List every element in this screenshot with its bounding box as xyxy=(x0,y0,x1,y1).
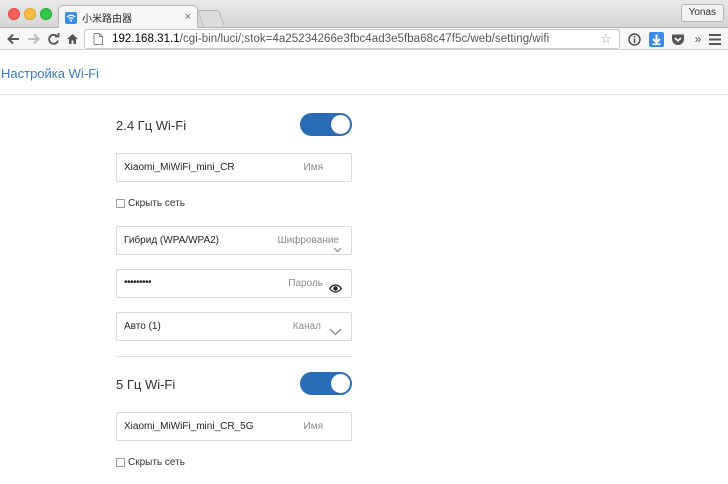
eye-icon[interactable] xyxy=(328,280,343,298)
toggle-knob xyxy=(331,374,350,393)
password-hint: Пароль xyxy=(288,278,323,289)
page-title: Настройка Wi-Fi xyxy=(1,66,99,81)
wifi-24-ssid-input[interactable]: Xiaomi_MiWiFi_mini_CR Имя xyxy=(116,153,352,182)
wifi-24-channel-select[interactable]: Авто (1) Канал xyxy=(116,312,352,341)
encryption-hint: Шифрование xyxy=(277,235,339,246)
wifi-5-ssid-input[interactable]: Xiaomi_MiWiFi_mini_CR_5G Имя xyxy=(116,412,352,441)
new-tab-button[interactable] xyxy=(197,10,225,26)
wifi-24-hide-row[interactable]: Скрыть сеть xyxy=(116,198,185,209)
wifi-5-hide-row[interactable]: Скрыть сеть xyxy=(116,457,185,468)
back-arrow-icon[interactable] xyxy=(5,31,21,47)
profile-button[interactable]: Yonas xyxy=(680,4,724,22)
browser-tab[interactable]: 小米路由器 × xyxy=(58,5,198,29)
section-divider xyxy=(116,356,352,357)
wifi-24-hide-checkbox[interactable] xyxy=(116,199,125,208)
page-header: Настройка Wi-Fi xyxy=(0,51,728,95)
close-window-button[interactable] xyxy=(8,8,20,20)
channel-value: Авто (1) xyxy=(124,321,161,332)
pocket-icon[interactable] xyxy=(670,31,686,47)
reload-icon[interactable] xyxy=(45,31,61,47)
tab-title: 小米路由器 xyxy=(82,14,132,25)
chevron-down-icon xyxy=(333,240,342,258)
home-icon[interactable] xyxy=(64,31,80,47)
browser-toolbar: 192.168.31.1/cgi-bin/luci/;stok=4a252342… xyxy=(0,28,728,50)
wifi-favicon-icon xyxy=(65,11,77,24)
tab-close-icon[interactable]: × xyxy=(185,12,191,23)
wifi-24-password-input[interactable]: ••••••••• Пароль xyxy=(116,269,352,298)
encryption-value: Гибрид (WPA/WPA2) xyxy=(124,235,219,246)
channel-hint: Канал xyxy=(292,321,321,332)
minimize-window-button[interactable] xyxy=(24,8,36,20)
wifi-24-encryption-select[interactable]: Гибрид (WPA/WPA2) Шифрование xyxy=(116,226,352,255)
ssid-hint: Имя xyxy=(303,162,323,173)
ssid-value: Xiaomi_MiWiFi_mini_CR xyxy=(124,162,235,173)
ssid-hint: Имя xyxy=(303,421,323,432)
address-bar[interactable]: 192.168.31.1/cgi-bin/luci/;stok=4a252342… xyxy=(84,29,620,49)
overflow-chevron-icon[interactable]: » xyxy=(690,31,706,47)
download-icon[interactable] xyxy=(648,31,664,47)
url-text[interactable]: 192.168.31.1/cgi-bin/luci/;stok=4a252342… xyxy=(112,33,599,45)
wifi-5-hide-checkbox[interactable] xyxy=(116,458,125,467)
toggle-knob xyxy=(331,115,350,134)
ssid-value: Xiaomi_MiWiFi_mini_CR_5G xyxy=(124,421,254,432)
browser-tab-bar: 小米路由器 × Yonas xyxy=(0,0,728,29)
chevron-down-icon xyxy=(329,323,342,341)
wifi-5-toggle[interactable] xyxy=(300,372,352,395)
page-icon xyxy=(91,32,105,46)
info-icon[interactable] xyxy=(626,31,642,47)
hide-network-label: Скрыть сеть xyxy=(128,457,185,468)
menu-icon[interactable] xyxy=(707,31,723,47)
password-value: ••••••••• xyxy=(124,277,152,288)
bookmark-star-icon[interactable]: ☆ xyxy=(599,31,613,47)
hide-network-label: Скрыть сеть xyxy=(128,198,185,209)
zoom-window-button[interactable] xyxy=(40,8,52,20)
forward-arrow-icon[interactable] xyxy=(25,31,41,47)
wifi-24-toggle[interactable] xyxy=(300,113,352,136)
